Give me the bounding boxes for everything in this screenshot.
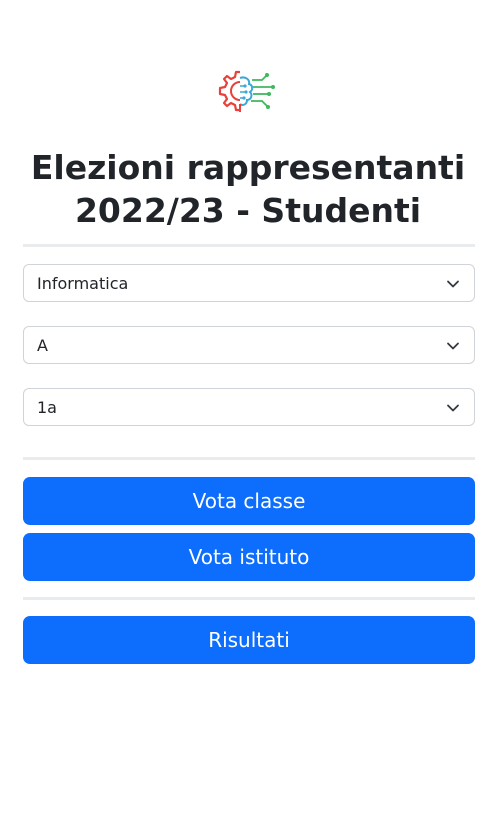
chevron-down-icon [447,280,459,288]
brain-circuit-gear-icon [218,70,275,112]
chevron-down-icon [447,404,459,412]
sezione-select-value: A [37,335,48,355]
vota-istituto-button[interactable]: Vota istituto [23,533,475,581]
page: Elezioni rappresentanti 2022/23 - Studen… [0,0,496,828]
page-title: Elezioni rappresentanti 2022/23 - Studen… [0,146,496,232]
chevron-down-icon [447,342,459,350]
divider [23,597,475,600]
classe-select[interactable]: 1a [23,388,475,426]
page-title-line1: Elezioni rappresentanti [30,148,466,187]
page-title-line2: 2022/23 - Studenti [74,191,422,230]
risultati-button[interactable]: Risultati [23,616,475,664]
vota-classe-button[interactable]: Vota classe [23,477,475,525]
sezione-select[interactable]: A [23,326,475,364]
classe-select-value: 1a [37,397,57,417]
divider [23,457,475,460]
indirizzo-select[interactable]: Informatica [23,264,475,302]
indirizzo-select-value: Informatica [37,273,129,293]
divider [23,244,475,247]
